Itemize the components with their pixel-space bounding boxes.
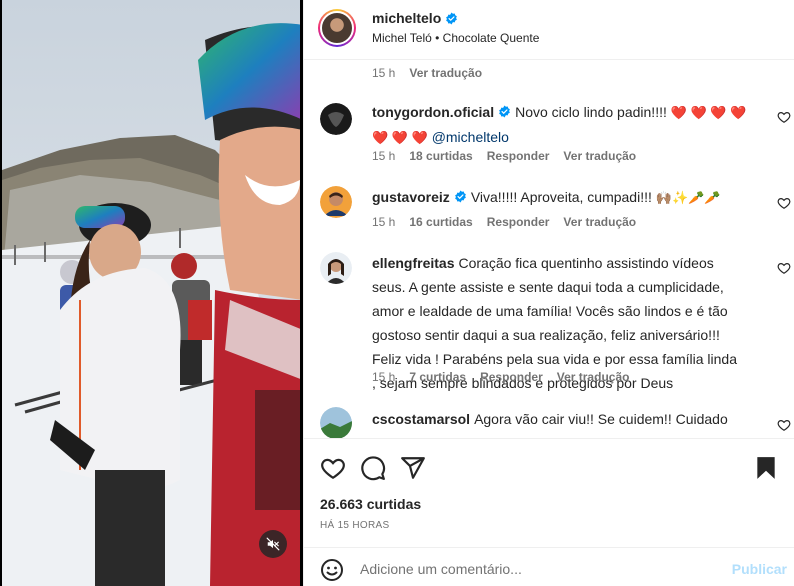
add-comment-bar: Publicar	[304, 547, 794, 586]
comment-text: Viva!!!!! Aproveita, cumpadi!!!	[470, 189, 652, 205]
comment-likes[interactable]: 16 curtidas	[409, 215, 472, 229]
comment-heart-icon[interactable]	[777, 418, 791, 432]
bookmark-icon[interactable]	[753, 455, 779, 481]
verified-badge-icon	[454, 190, 466, 203]
post-actions: 26.663 curtidas HÁ 15 HORAS Publicar	[304, 438, 794, 586]
translate-link[interactable]: Ver tradução	[563, 215, 636, 229]
post-panel: micheltelo Michel Teló • Chocolate Quent…	[303, 0, 794, 586]
emoji-icon[interactable]	[320, 558, 344, 582]
author-username-text[interactable]: micheltelo	[372, 10, 441, 26]
commenter-avatar[interactable]	[320, 252, 352, 284]
mention-link[interactable]: @micheltelo	[432, 129, 509, 145]
comment-input[interactable]	[360, 556, 720, 582]
author-username[interactable]: micheltelo	[372, 10, 458, 26]
reply-button[interactable]: Responder	[480, 370, 543, 384]
comment-icon[interactable]	[360, 455, 386, 481]
comment-likes[interactable]: 18 curtidas	[409, 149, 472, 163]
comments-list[interactable]: 15 h Ver tradução tonygordon.oficial Novo…	[304, 61, 794, 438]
post-video[interactable]	[0, 0, 303, 586]
comment-heart-icon[interactable]	[777, 196, 791, 210]
sound-off-icon	[266, 537, 280, 551]
translate-link[interactable]: Ver tradução	[557, 370, 630, 384]
heart-icon[interactable]	[320, 455, 346, 481]
commenter-avatar[interactable]	[320, 186, 352, 218]
author-avatar[interactable]	[318, 9, 356, 47]
comment-meta: 15 h 18 curtidas Responder Ver tradução	[372, 149, 636, 163]
mute-button[interactable]	[259, 530, 287, 558]
translate-link[interactable]: Ver tradução	[563, 149, 636, 163]
comment-body: cscostamarsol Agora vão cair viu!! Se cui…	[372, 407, 752, 438]
publish-button[interactable]: Publicar	[732, 561, 787, 577]
likes-count[interactable]: 26.663 curtidas	[320, 496, 421, 512]
comment-time: 15 h	[372, 370, 396, 384]
comment-body: tonygordon.oficial Novo ciclo lindo padin…	[372, 100, 752, 150]
hearts-emoji: ❤️ ❤️ ❤️ ❤️	[670, 105, 747, 120]
comment-heart-icon[interactable]	[777, 110, 791, 124]
comment-username[interactable]: cscostamarsol	[372, 411, 470, 427]
commenter-avatar[interactable]	[320, 103, 352, 135]
verified-badge-icon	[446, 12, 458, 24]
comment-likes[interactable]: 7 curtidas	[409, 370, 466, 384]
comment-username[interactable]: ellengfreitas	[372, 255, 454, 271]
comment-text: Novo ciclo lindo padin!!!!	[515, 104, 667, 120]
audio-subtitle[interactable]: Michel Teló • Chocolate Quente	[372, 31, 539, 45]
comment-meta: 15 h 7 curtidas Responder Ver tradução	[372, 370, 629, 384]
video-frame	[0, 0, 303, 586]
comment-body: gustavoreiz Viva!!!!! Aproveita, cumpadi!…	[372, 185, 752, 210]
caption-time: 15 h	[372, 66, 396, 80]
comment-meta: 15 h 16 curtidas Responder Ver tradução	[372, 215, 636, 229]
commenter-avatar[interactable]	[320, 407, 352, 438]
celebration-emojis: 🙌🏽✨🥕🥕	[655, 190, 721, 205]
comment-username[interactable]: gustavoreiz	[372, 189, 450, 205]
comment-time: 15 h	[372, 149, 396, 163]
caption-translate-link[interactable]: Ver tradução	[409, 66, 482, 80]
send-icon[interactable]	[400, 455, 426, 481]
reply-button[interactable]: Responder	[487, 215, 550, 229]
comment-time: 15 h	[372, 215, 396, 229]
hearts-emoji: ❤️ ❤️ ❤️	[372, 130, 428, 145]
verified-badge-icon	[499, 105, 510, 118]
caption-meta: 15 h Ver tradução	[372, 66, 482, 80]
comment-heart-icon[interactable]	[777, 261, 791, 275]
comment-username[interactable]: tonygordon.oficial	[372, 104, 494, 120]
post-time-ago[interactable]: HÁ 15 HORAS	[320, 520, 389, 531]
reply-button[interactable]: Responder	[487, 149, 550, 163]
post-header: micheltelo Michel Teló • Chocolate Quent…	[304, 0, 794, 60]
